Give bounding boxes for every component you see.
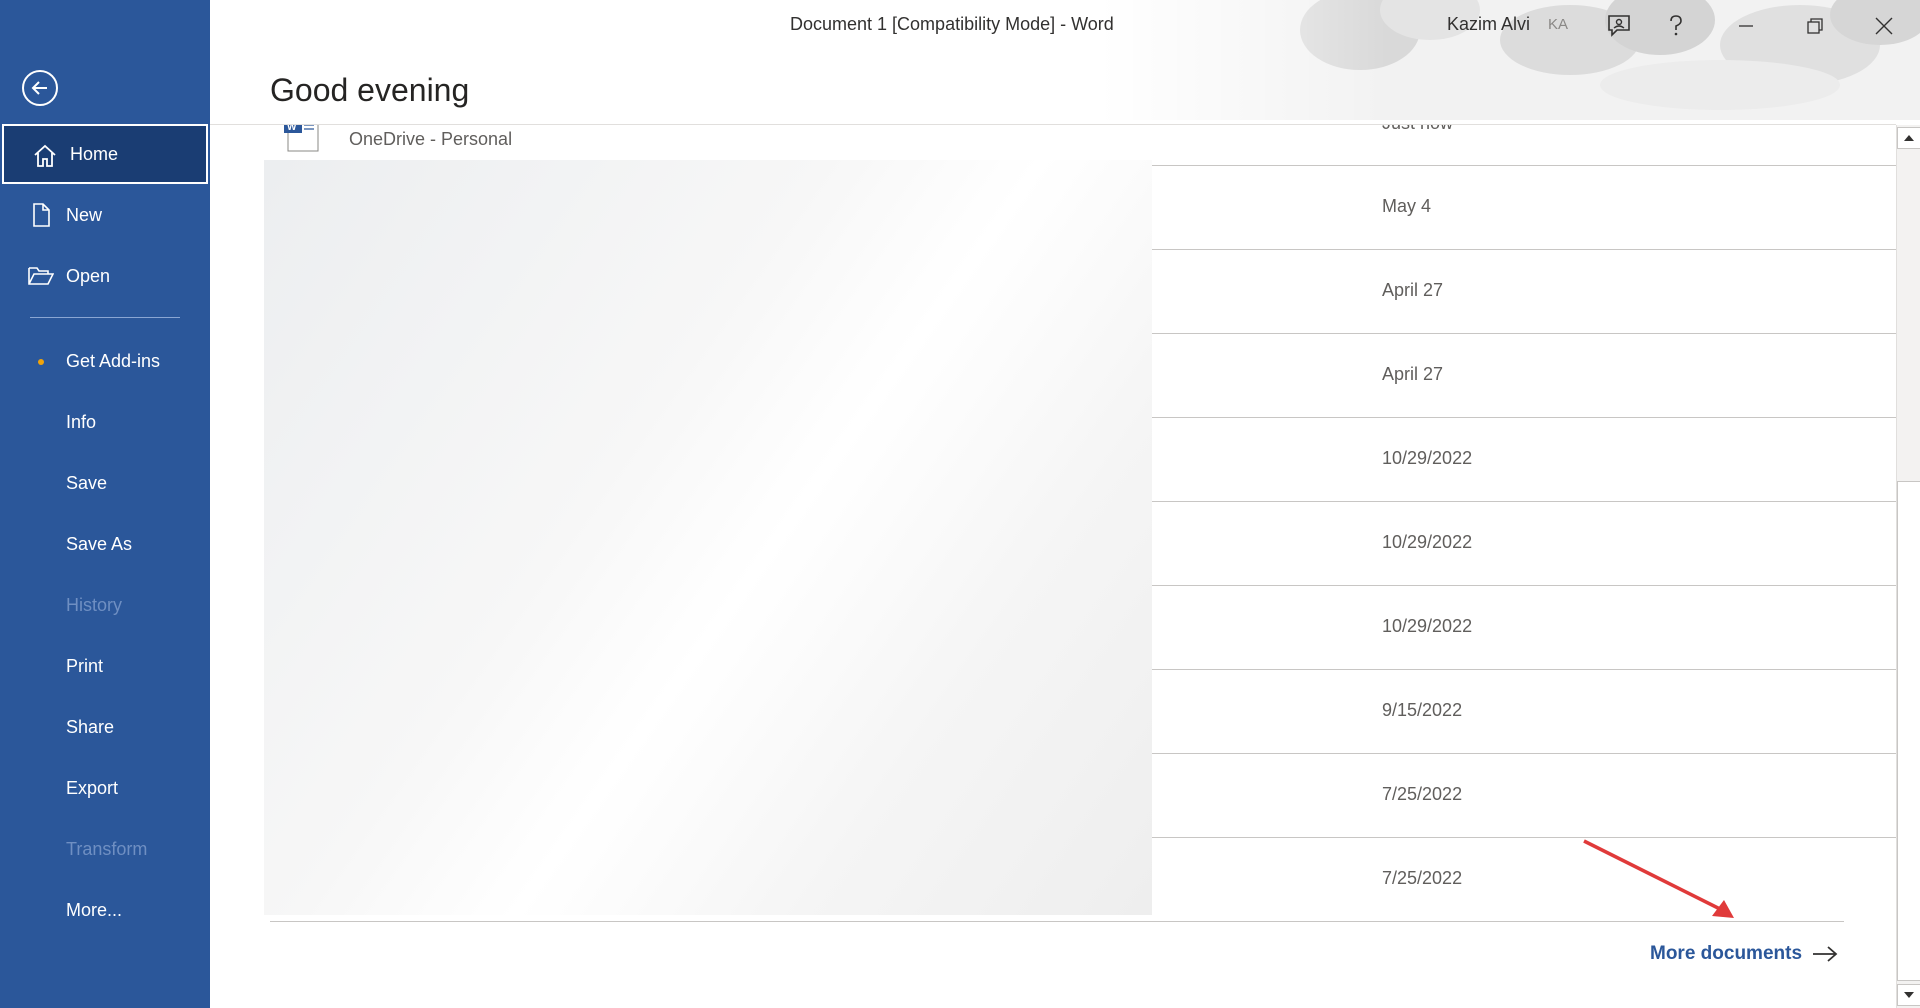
list-item[interactable]: 7/25/2022 [1152, 753, 1896, 837]
list-item[interactable]: 7/25/2022 [1152, 837, 1896, 921]
back-button[interactable] [22, 70, 58, 106]
scroll-up-button[interactable] [1897, 127, 1920, 149]
sidebar-item-label: Home [70, 143, 119, 164]
feedback-icon [1608, 15, 1630, 37]
account-name[interactable]: Kazim Alvi [1447, 14, 1530, 35]
feedback-button[interactable] [1600, 8, 1640, 44]
sidebar-item-info[interactable]: Info [0, 392, 210, 452]
sidebar-item-label: Print [66, 655, 104, 676]
restore-icon [1807, 18, 1823, 34]
folder-open-icon [28, 267, 54, 285]
sidebar-item-label: Export [66, 777, 119, 798]
list-item[interactable]: May 4 [1152, 165, 1896, 249]
document-date: Just now [1382, 125, 1453, 134]
sidebar-item-history: History [0, 575, 210, 635]
account-avatar[interactable]: KA [1548, 16, 1568, 33]
sidebar-item-label: Info [66, 411, 97, 432]
sidebar-item-label: Save [66, 472, 108, 493]
sidebar-divider [30, 317, 180, 318]
restore-button[interactable] [1795, 8, 1835, 44]
more-documents-link[interactable]: More documents [1650, 943, 1838, 965]
more-documents-label: More documents [1650, 943, 1803, 964]
triangle-down-icon [1904, 992, 1914, 998]
new-document-icon [33, 203, 50, 227]
recent-documents-list: W OneDrive - Personal Just now May 4 Apr… [210, 125, 1896, 1008]
list-item[interactable]: April 27 [1152, 249, 1896, 333]
sidebar-item-new[interactable]: New [0, 185, 210, 245]
scroll-down-button[interactable] [1897, 984, 1920, 1006]
sidebar-item-label: Transform [66, 838, 148, 859]
sidebar-item-label: New [66, 204, 103, 225]
back-arrow-icon [31, 81, 47, 95]
backstage-sidebar: Home New Open Get Add-ins Info Save Save… [0, 0, 210, 1008]
sidebar-item-save[interactable]: Save [0, 453, 210, 513]
list-item[interactable]: 10/29/2022 [1152, 417, 1896, 501]
sidebar-item-label: Share [66, 716, 115, 737]
sidebar-item-more[interactable]: More... [0, 880, 210, 940]
scroll-thumb[interactable] [1897, 481, 1920, 981]
document-location: OneDrive - Personal [349, 129, 513, 149]
sidebar-item-save-as[interactable]: Save As [0, 514, 210, 574]
word-document-icon: W [284, 125, 319, 152]
document-date: 7/25/2022 [1382, 868, 1463, 888]
sidebar-item-label: Open [66, 265, 111, 286]
list-item[interactable]: 9/15/2022 [1152, 669, 1896, 753]
triangle-up-icon [1904, 135, 1914, 141]
question-mark-icon [1670, 15, 1682, 36]
list-item[interactable]: 10/29/2022 [1152, 501, 1896, 585]
sidebar-item-share[interactable]: Share [0, 697, 210, 757]
vertical-scrollbar[interactable] [1896, 125, 1920, 1008]
document-date: April 27 [1382, 364, 1444, 384]
document-date: April 27 [1382, 280, 1444, 300]
list-bottom-divider [270, 921, 1844, 922]
document-date: 10/29/2022 [1382, 616, 1473, 636]
sidebar-item-transform: Transform [0, 819, 210, 879]
greeting-heading: Good evening [270, 72, 470, 108]
list-item[interactable]: April 27 [1152, 333, 1896, 417]
document-date: 7/25/2022 [1382, 784, 1463, 804]
sidebar-item-export[interactable]: Export [0, 758, 210, 818]
list-item[interactable]: 10/29/2022 [1152, 585, 1896, 669]
sidebar-item-label: Get Add-ins [66, 350, 161, 371]
minimize-button[interactable] [1726, 8, 1766, 44]
help-button[interactable] [1656, 8, 1696, 44]
close-icon [1875, 17, 1893, 35]
sidebar-item-print[interactable]: Print [0, 636, 210, 696]
home-icon [34, 144, 56, 167]
document-date: 10/29/2022 [1382, 532, 1473, 552]
sidebar-item-label: More... [66, 899, 123, 920]
close-button[interactable] [1864, 8, 1904, 44]
sidebar-item-get-add-ins[interactable]: Get Add-ins [0, 331, 210, 391]
sidebar-item-label: History [66, 594, 123, 615]
document-date: May 4 [1382, 196, 1432, 216]
document-date: 10/29/2022 [1382, 448, 1473, 468]
sidebar-item-open[interactable]: Open [0, 246, 210, 306]
sidebar-item-home[interactable]: Home [2, 124, 208, 184]
notification-dot-icon [38, 359, 44, 365]
window-title: Document 1 [Compatibility Mode] - Word [790, 14, 1114, 34]
document-date: 9/15/2022 [1382, 700, 1463, 720]
arrow-right-icon [1813, 946, 1838, 962]
svg-text:W: W [287, 125, 297, 133]
minimize-icon [1739, 25, 1753, 27]
title-bar: Document 1 [Compatibility Mode] - Word K… [210, 0, 1920, 120]
sidebar-item-label: Save As [66, 533, 133, 554]
blurred-document-names [264, 160, 1152, 915]
